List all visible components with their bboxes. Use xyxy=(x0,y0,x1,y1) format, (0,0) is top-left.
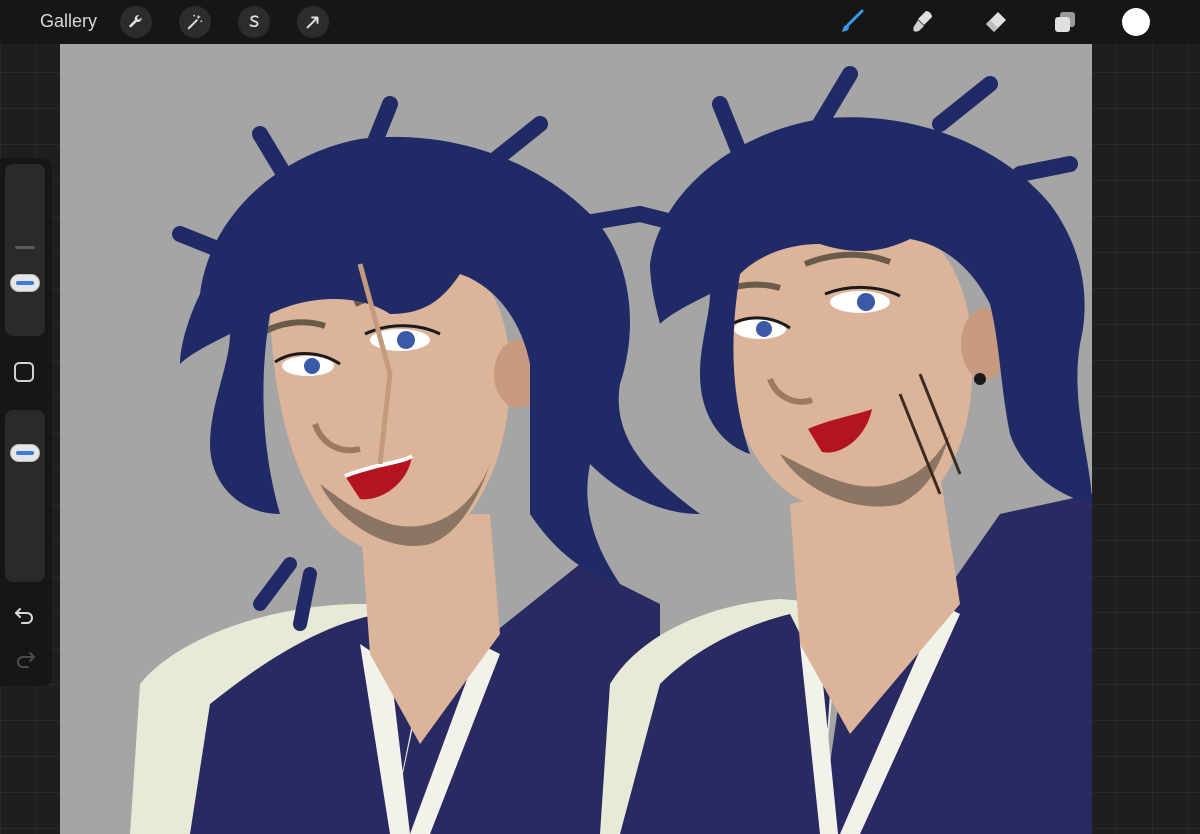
transform-arrow-icon xyxy=(306,16,319,29)
undo-icon[interactable] xyxy=(12,602,38,628)
brush-opacity-slider[interactable] xyxy=(5,410,45,582)
brush-sidebar xyxy=(0,158,52,686)
selection-button[interactable] xyxy=(238,6,270,38)
eraser-icon xyxy=(986,12,1006,32)
layers-button[interactable] xyxy=(1048,6,1082,38)
brush-icon xyxy=(842,9,864,32)
layers-icon xyxy=(1055,12,1075,32)
right-figure xyxy=(600,66,1092,834)
eraser-tool[interactable] xyxy=(978,6,1012,38)
smudge-icon xyxy=(913,11,932,32)
top-toolbar: Gallery xyxy=(0,0,1200,44)
brush-tool[interactable] xyxy=(834,6,868,38)
adjustments-button[interactable] xyxy=(179,6,211,38)
magic-wand-icon xyxy=(187,14,203,30)
smudge-tool[interactable] xyxy=(906,6,940,38)
wrench-icon xyxy=(129,15,142,28)
transform-button[interactable] xyxy=(297,6,329,38)
gallery-button[interactable]: Gallery xyxy=(40,11,97,32)
redo-icon[interactable] xyxy=(12,646,38,672)
modify-button[interactable] xyxy=(14,362,34,382)
brush-size-slider[interactable] xyxy=(5,164,45,336)
size-slider-tick xyxy=(15,246,35,249)
size-slider-thumb[interactable] xyxy=(10,274,40,292)
drawing-canvas[interactable] xyxy=(60,44,1092,834)
color-picker[interactable] xyxy=(1122,8,1150,36)
opacity-slider-thumb[interactable] xyxy=(10,444,40,462)
selection-icon xyxy=(249,15,259,28)
artwork xyxy=(130,66,1092,834)
actions-button[interactable] xyxy=(120,6,152,38)
